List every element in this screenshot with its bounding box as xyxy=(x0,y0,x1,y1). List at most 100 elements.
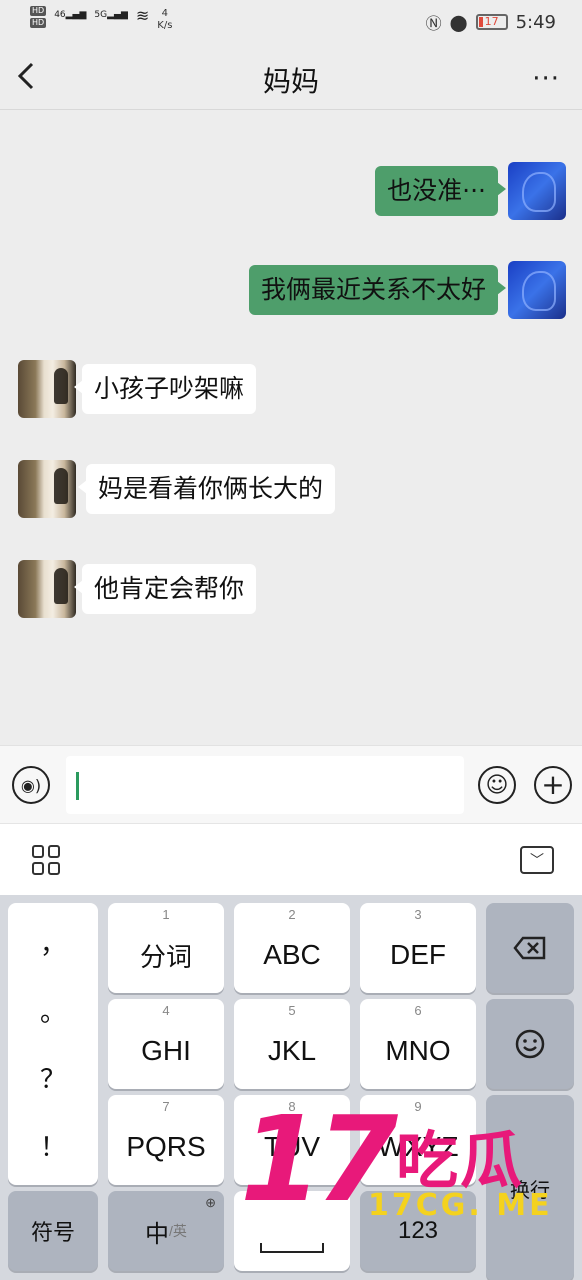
globe-icon: ⊕ xyxy=(205,1195,216,1210)
key-number: 8 xyxy=(288,1099,296,1114)
key-label: ABC xyxy=(263,939,321,970)
punctuation-column[interactable]: ， 。 ？ ！ xyxy=(8,903,98,1185)
status-bar: HD HD 46▂▄▆ 5G▂▄▆ ≋ 4 K/s Ⓝ ⬤ 17 5:49 xyxy=(0,0,582,44)
smiley-icon xyxy=(515,1029,545,1059)
chevron-down-icon: ﹀ xyxy=(530,853,544,869)
more-button[interactable]: ··· xyxy=(532,64,560,94)
message-row: 他肯定会帮你 xyxy=(18,560,257,618)
grid-icon xyxy=(32,862,44,875)
key-label: WXYZ xyxy=(377,1131,459,1162)
key-7[interactable]: 7 PQRS xyxy=(108,1095,224,1185)
message-bubble-outgoing[interactable]: 也没准··· xyxy=(375,166,506,216)
signal-label-1: 46 xyxy=(54,10,66,20)
keyboard-toolbar: ﹀ xyxy=(0,823,582,895)
grid-icon xyxy=(48,862,60,875)
punct-question[interactable]: ？ xyxy=(40,1059,66,1096)
key-3[interactable]: 3 DEF xyxy=(360,903,476,993)
plus-icon: + xyxy=(541,768,565,801)
key-number: 1 xyxy=(162,907,170,922)
key-8[interactable]: 8 TUV xyxy=(234,1095,350,1185)
symbols-key[interactable]: 符号 xyxy=(8,1191,98,1271)
voice-icon: ◉) xyxy=(20,775,42,795)
chat-title: 妈妈 xyxy=(262,65,319,98)
emoji-button[interactable]: ☺ xyxy=(478,766,516,804)
battery-icon: 17 xyxy=(475,14,508,30)
language-label-main: 中 xyxy=(145,1219,170,1248)
speed-unit: K/s xyxy=(157,20,173,31)
battery-level: 17 xyxy=(484,15,499,28)
enter-key[interactable]: 换行 xyxy=(486,1095,574,1280)
contact-avatar[interactable] xyxy=(18,560,76,618)
nfc-icon: Ⓝ xyxy=(425,14,442,33)
status-right: Ⓝ ⬤ 17 5:49 xyxy=(426,10,556,34)
backspace-icon xyxy=(513,936,546,960)
message-input[interactable] xyxy=(66,756,464,814)
key-6[interactable]: 6 MNO xyxy=(360,999,476,1089)
key-number: 4 xyxy=(162,1003,170,1018)
key-4[interactable]: 4 GHI xyxy=(108,999,224,1089)
message-input-bar: ◉) ☺ + xyxy=(0,745,582,823)
enter-label: 换行 xyxy=(510,1177,550,1202)
key-label: MNO xyxy=(385,1035,451,1066)
message-bubble-incoming[interactable]: 他肯定会帮你 xyxy=(73,564,257,614)
status-left: HD HD 46▂▄▆ 5G▂▄▆ ≋ 4 K/s xyxy=(30,6,172,32)
location-icon: ⬤ xyxy=(449,12,468,32)
keyboard-menu-button[interactable] xyxy=(32,845,62,875)
plus-button[interactable]: + xyxy=(534,766,572,804)
space-icon xyxy=(260,1243,324,1253)
key-label: GHI xyxy=(141,1035,191,1066)
message-row: 我俩最近关系不太好 xyxy=(248,261,566,319)
message-bubble-incoming[interactable]: 小孩子吵架嘛 xyxy=(73,364,257,414)
punct-exclaim[interactable]: ！ xyxy=(40,1127,66,1164)
network-speed: 4 K/s xyxy=(157,8,172,32)
punct-period[interactable]: 。 xyxy=(40,992,66,1029)
key-number: 5 xyxy=(288,1003,296,1018)
message-row: 妈是看着你俩长大的 xyxy=(18,460,336,518)
emoji-icon: ☺ xyxy=(485,772,509,798)
grid-icon xyxy=(32,845,44,858)
numbers-label: 123 xyxy=(397,1217,439,1244)
punct-comma[interactable]: ， xyxy=(40,924,66,961)
key-number: 2 xyxy=(288,907,296,922)
hide-keyboard-button[interactable]: ﹀ xyxy=(520,846,554,874)
space-key[interactable] xyxy=(234,1191,350,1271)
contact-avatar[interactable] xyxy=(18,460,76,518)
key-5[interactable]: 5 JKL xyxy=(234,999,350,1089)
delete-key[interactable] xyxy=(486,903,574,993)
speed-value: 4 xyxy=(161,8,169,19)
message-row: 小孩子吵架嘛 xyxy=(18,360,257,418)
numbers-key[interactable]: 123 xyxy=(360,1191,476,1271)
keyboard: ， 。 ？ ！ 1 分词 2 ABC 3 DEF 4 GHI 5 JKL 6 M… xyxy=(0,895,582,1280)
message-bubble-outgoing[interactable]: 我俩最近关系不太好 xyxy=(248,265,507,315)
clock: 5:49 xyxy=(515,11,556,33)
signal-icon-1: 46▂▄▆ xyxy=(54,10,87,20)
signal-label-2: 5G xyxy=(94,10,108,20)
wifi-icon: ≋ xyxy=(135,6,150,25)
hd-badge-2: HD xyxy=(30,18,47,28)
message-row: 也没准··· xyxy=(375,162,566,220)
key-label: JKL xyxy=(267,1035,317,1066)
key-number: 7 xyxy=(162,1099,170,1114)
grid-icon xyxy=(48,845,60,858)
text-caret xyxy=(76,772,79,800)
key-number: 9 xyxy=(414,1099,422,1114)
key-label: PQRS xyxy=(126,1131,206,1162)
key-number: 6 xyxy=(414,1003,422,1018)
key-9[interactable]: 9 WXYZ xyxy=(360,1095,476,1185)
language-key[interactable]: ⊕ 中 /英 xyxy=(108,1191,224,1271)
key-1[interactable]: 1 分词 xyxy=(108,903,224,993)
voice-button[interactable]: ◉) xyxy=(12,766,50,804)
hd-badge-1: HD xyxy=(30,6,47,16)
chat-header: 妈妈 ··· xyxy=(0,44,582,110)
message-bubble-incoming[interactable]: 妈是看着你俩长大的 xyxy=(77,464,336,514)
signal-icon-2: 5G▂▄▆ xyxy=(94,10,128,20)
key-label: DEF xyxy=(390,939,446,970)
key-2[interactable]: 2 ABC xyxy=(234,903,350,993)
emoji-key[interactable] xyxy=(486,999,574,1089)
language-label-sub: /英 xyxy=(169,1223,187,1239)
my-avatar[interactable] xyxy=(508,261,566,319)
symbols-label: 符号 xyxy=(30,1221,75,1246)
contact-avatar[interactable] xyxy=(18,360,76,418)
my-avatar[interactable] xyxy=(508,162,566,220)
key-label: 分词 xyxy=(139,942,192,973)
